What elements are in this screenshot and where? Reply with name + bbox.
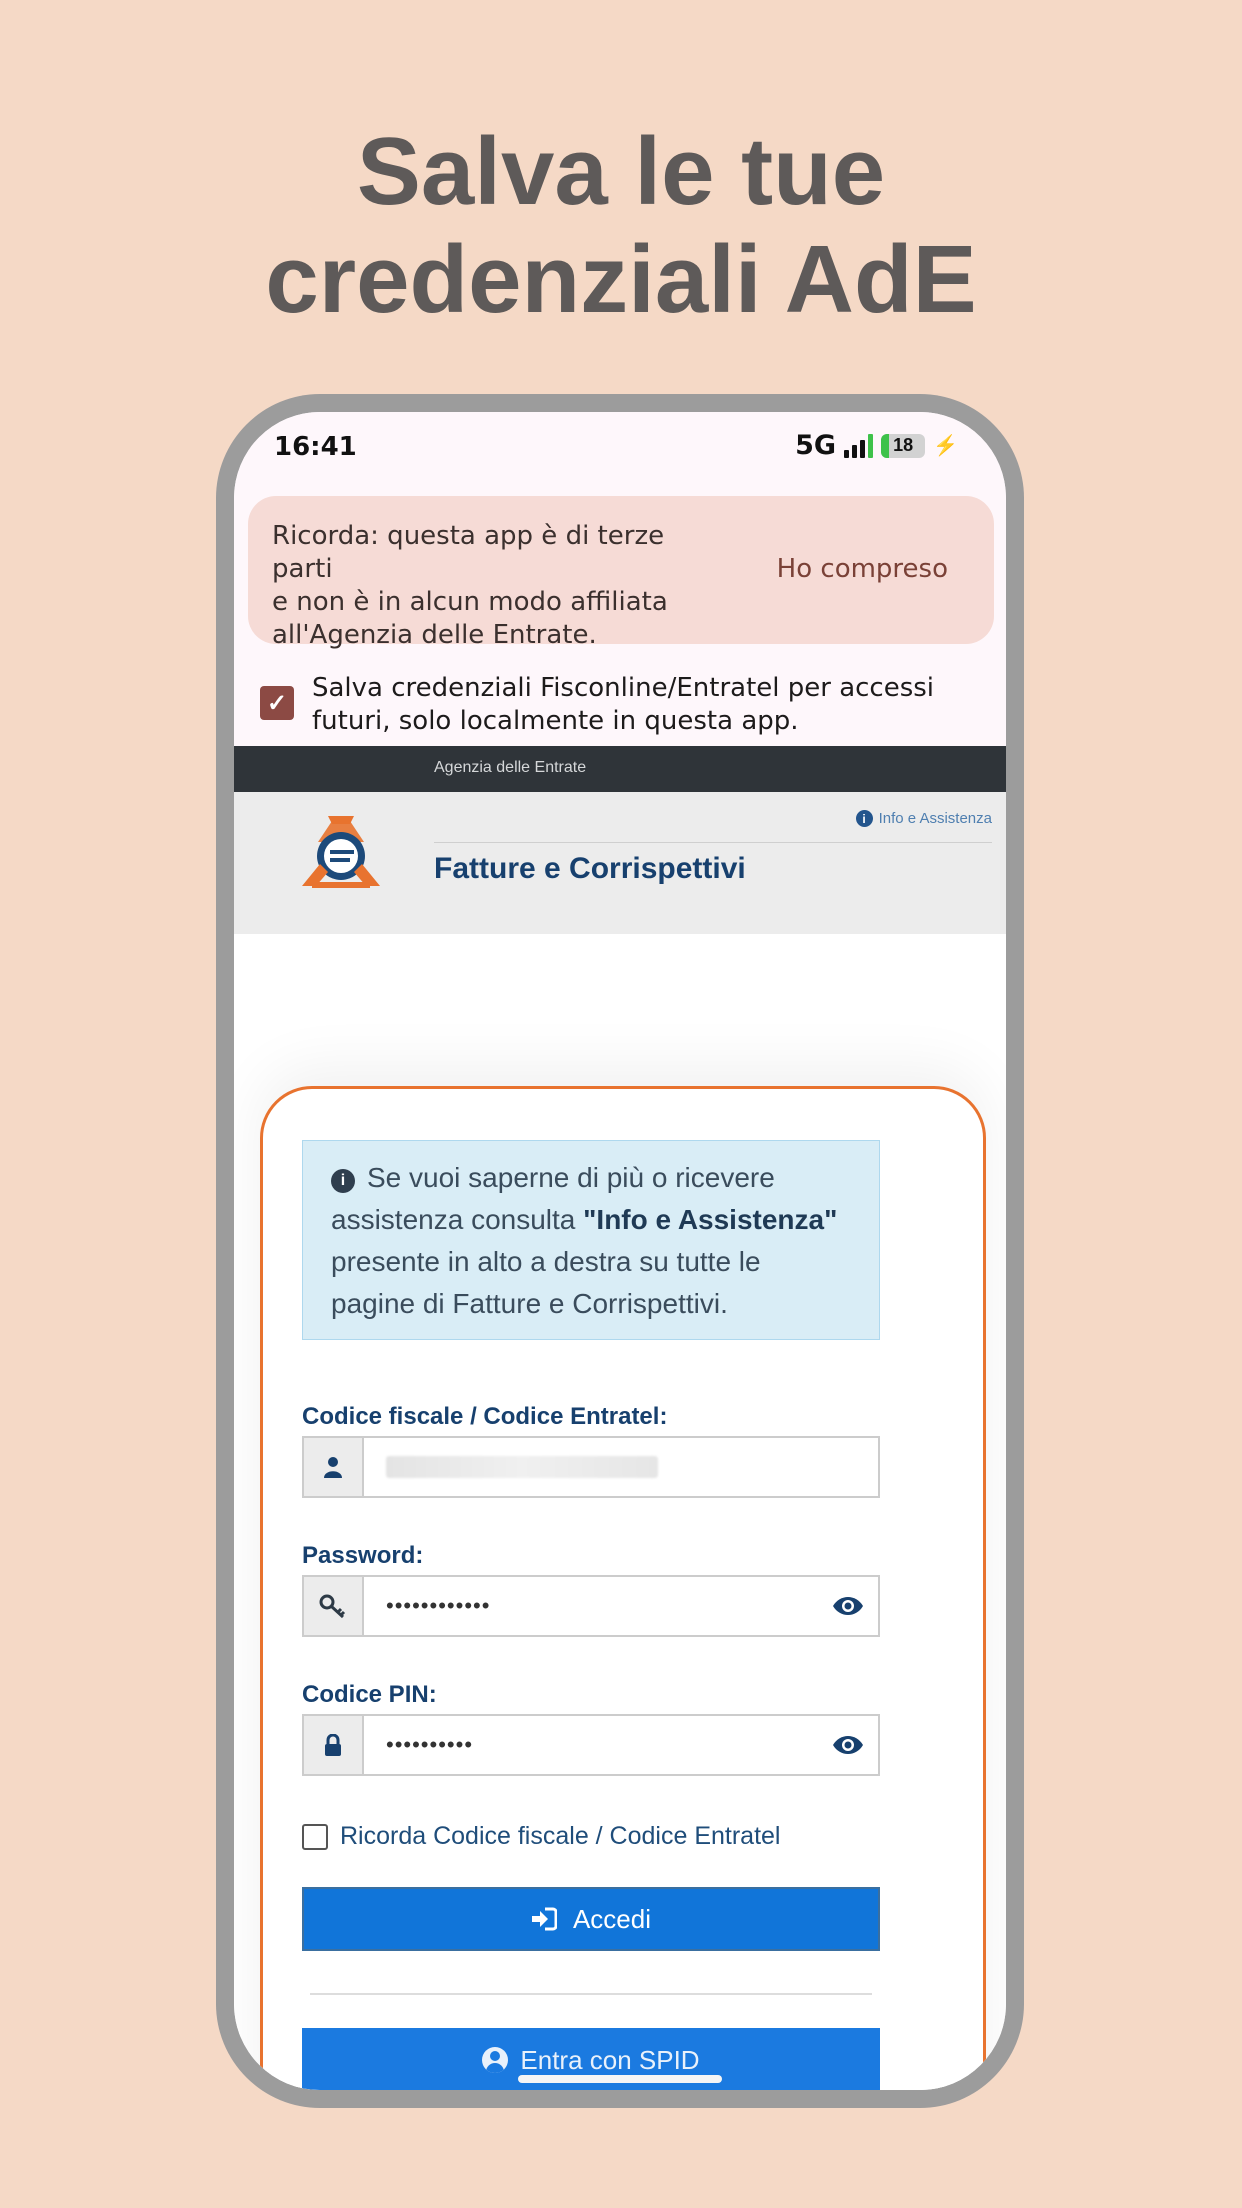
- remember-checkbox[interactable]: [302, 1823, 328, 1850]
- info-text-after: presente in alto a destra su tutte le pa…: [331, 1246, 761, 1319]
- pin-field[interactable]: ••••••••••: [302, 1714, 880, 1776]
- redacted-value: [386, 1456, 658, 1478]
- login-button[interactable]: Accedi: [302, 1887, 880, 1951]
- show-pin-eye-icon[interactable]: [832, 1734, 864, 1756]
- home-indicator[interactable]: [518, 2075, 722, 2083]
- password-input[interactable]: ••••••••••••: [364, 1577, 878, 1635]
- info-assistenza-link[interactable]: i Info e Assistenza: [855, 810, 992, 827]
- user-circle-icon: [482, 2047, 509, 2073]
- phone-screen: 16:41 5G 18 ⚡ Ricorda: questa app è di t…: [234, 412, 1006, 2090]
- header-divider: [434, 842, 992, 843]
- network-type: 5G: [795, 430, 837, 461]
- show-password-eye-icon[interactable]: [832, 1595, 864, 1617]
- sign-in-icon: [531, 1907, 557, 1931]
- ade-header: i Info e Assistenza Fatture e Corrispett…: [234, 792, 1006, 934]
- password-field[interactable]: ••••••••••••: [302, 1575, 880, 1637]
- spid-button-label: Entra con SPID: [520, 2044, 700, 2075]
- codice-fiscale-input[interactable]: [364, 1438, 878, 1496]
- signal-icon: [844, 433, 874, 458]
- password-label: Password:: [302, 1542, 424, 1569]
- headline: Salva le tue credenziali AdE: [0, 118, 1242, 334]
- notice-text: Ricorda: questa app è di terze parti e n…: [272, 521, 668, 650]
- status-bar: 16:41 5G 18 ⚡: [234, 412, 1006, 488]
- phone-frame: 16:41 5G 18 ⚡ Ricorda: questa app è di t…: [216, 394, 1024, 2108]
- info-text-bold[interactable]: "Info e Assistenza": [583, 1204, 837, 1235]
- battery-level: 18: [893, 435, 914, 455]
- pin-input[interactable]: ••••••••••: [364, 1716, 878, 1774]
- codice-fiscale-label: Codice fiscale / Codice Entratel:: [302, 1403, 668, 1430]
- ade-top-bar: Agenzia delle Entrate: [234, 746, 1006, 792]
- divider: [310, 1993, 872, 1995]
- remember-label: Ricorda Codice fiscale / Codice Entratel: [340, 1822, 781, 1850]
- remember-row[interactable]: Ricorda Codice fiscale / Codice Entratel: [302, 1822, 780, 1851]
- battery-icon: 18: [881, 433, 926, 458]
- charging-icon: ⚡: [933, 435, 958, 457]
- info-box: i Se vuoi saperne di più o ricevere assis…: [302, 1140, 880, 1340]
- pin-value: ••••••••••: [386, 1732, 474, 1757]
- third-party-notice: Ricorda: questa app è di terze parti e n…: [248, 496, 994, 650]
- headline-line-1: Salva le tue: [356, 118, 886, 225]
- login-button-label: Accedi: [572, 1903, 652, 1934]
- info-assistenza-label: Info e Assistenza: [878, 810, 992, 827]
- password-value: ••••••••••••: [386, 1593, 491, 1618]
- pin-label: Codice PIN:: [302, 1681, 437, 1708]
- save-credentials-checkbox[interactable]: ✓: [260, 686, 294, 720]
- status-time: 16:41: [274, 432, 357, 462]
- ade-top-bar-label: Agenzia delle Entrate: [434, 759, 587, 776]
- codice-fiscale-field[interactable]: [302, 1436, 880, 1498]
- info-icon: i: [855, 810, 873, 827]
- understood-button[interactable]: Ho compreso: [777, 554, 948, 584]
- ade-logo-icon: [302, 816, 380, 888]
- page-title: Fatture e Corrispettivi: [434, 852, 746, 885]
- key-icon: [304, 1577, 364, 1635]
- status-indicators: 5G 18 ⚡: [795, 430, 958, 461]
- save-credentials-label: Salva credenziali Fisconline/Entratel pe…: [312, 673, 935, 736]
- headline-line-2: credenziali AdE: [265, 226, 977, 333]
- info-circle-icon: i: [331, 1169, 355, 1193]
- user-icon: [304, 1438, 364, 1496]
- lock-icon: [304, 1716, 364, 1774]
